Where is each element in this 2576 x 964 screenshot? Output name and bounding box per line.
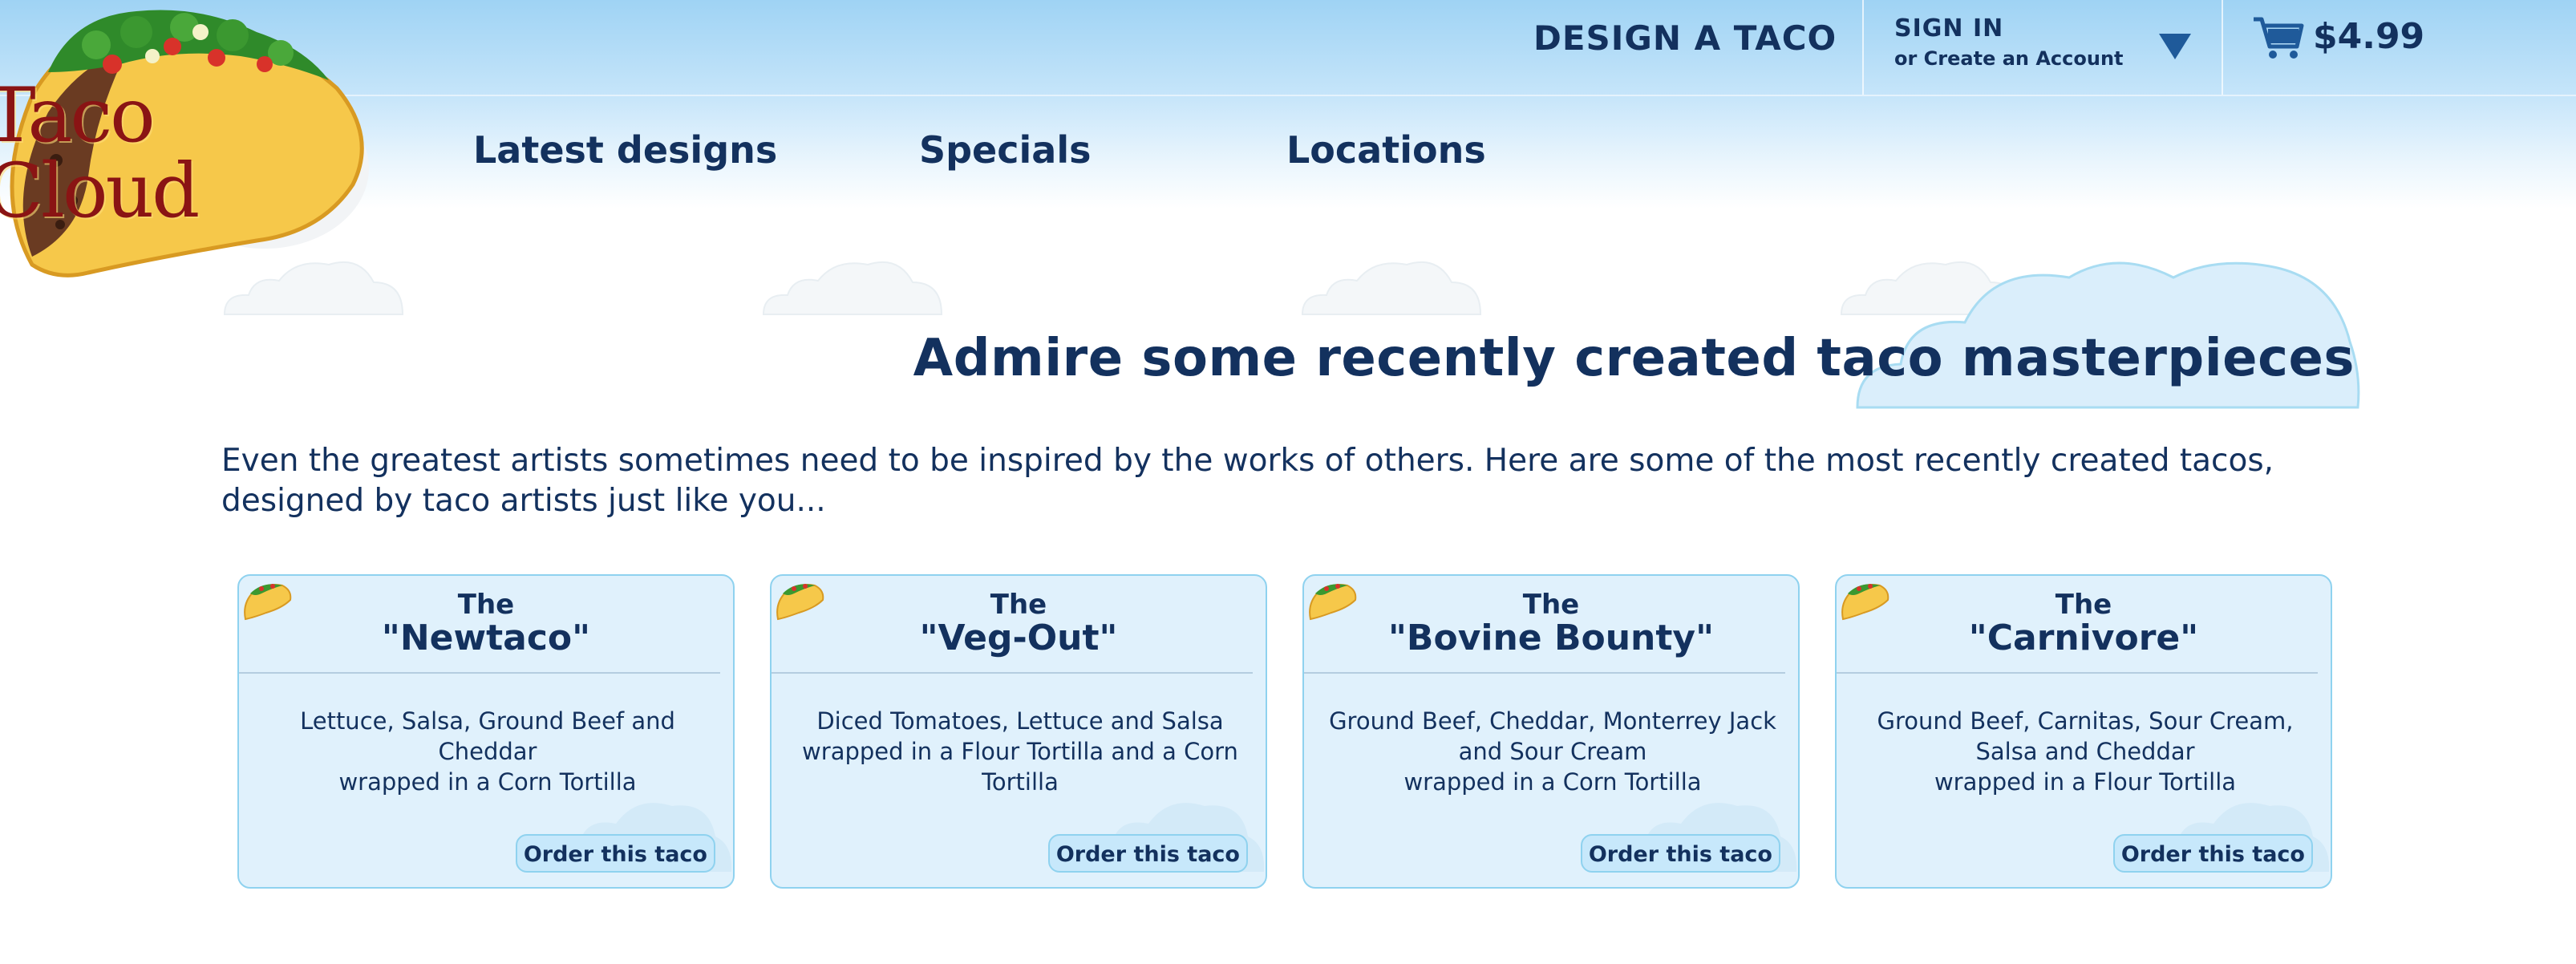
sign-in-link[interactable]: SIGN IN bbox=[1894, 14, 2135, 43]
card-wrap: wrapped in a Flour Tortilla and a Corn T… bbox=[802, 738, 1238, 796]
card-divider bbox=[772, 672, 1253, 674]
shopping-cart-icon[interactable] bbox=[2252, 14, 2305, 63]
background-cloud-icon bbox=[1301, 261, 1482, 315]
header-separator bbox=[2222, 0, 2223, 95]
account-menu[interactable]: SIGN IN or Create an Account bbox=[1894, 14, 2135, 70]
nav-latest-designs[interactable]: Latest designs bbox=[473, 128, 777, 172]
header-separator bbox=[1862, 0, 1864, 95]
cart-total[interactable]: $4.99 bbox=[2313, 14, 2424, 59]
order-taco-button[interactable]: Order this taco bbox=[515, 834, 715, 873]
card-title: "Bovine Bounty" bbox=[1388, 618, 1714, 658]
card-prefix: The bbox=[2055, 589, 2112, 621]
design-a-taco-link[interactable]: DESIGN A TACO bbox=[1533, 16, 1837, 61]
order-taco-button[interactable]: Order this taco bbox=[1580, 834, 1780, 873]
card-prefix: The bbox=[457, 589, 515, 621]
card-wrap: wrapped in a Corn Tortilla bbox=[1403, 768, 1702, 796]
page-title: Admire some recently created taco master… bbox=[913, 329, 2355, 388]
nav-specials[interactable]: Specials bbox=[919, 128, 1091, 172]
card-wrap: wrapped in a Corn Tortilla bbox=[338, 768, 637, 796]
taco-card: The "Bovine Bounty" Ground Beef, Cheddar… bbox=[1302, 574, 1800, 889]
taco-card: The "Carnivore" Ground Beef, Carnitas, S… bbox=[1835, 574, 2332, 889]
order-taco-button[interactable]: Order this taco bbox=[1047, 834, 1248, 873]
card-ingredients: Ground Beef, Cheddar, Monterrey Jack and… bbox=[1329, 707, 1776, 765]
card-ingredients: Diced Tomatoes, Lettuce and Salsa bbox=[816, 707, 1224, 735]
card-title: "Newtaco" bbox=[381, 618, 591, 658]
triangle-down-icon[interactable] bbox=[2157, 32, 2193, 61]
create-account-link[interactable]: or Create an Account bbox=[1894, 47, 2135, 70]
card-description: Ground Beef, Cheddar, Monterrey Jack and… bbox=[1320, 706, 1785, 797]
card-description: Diced Tomatoes, Lettuce and Salsa wrapped… bbox=[788, 706, 1253, 797]
card-description: Lettuce, Salsa, Ground Beef and Cheddar w… bbox=[255, 706, 720, 797]
background-cloud-icon bbox=[762, 261, 943, 315]
card-prefix: The bbox=[1522, 589, 1580, 621]
card-ingredients: Lettuce, Salsa, Ground Beef and Cheddar bbox=[300, 707, 675, 765]
nav-locations[interactable]: Locations bbox=[1286, 128, 1486, 172]
card-wrap: wrapped in a Flour Tortilla bbox=[1934, 768, 2237, 796]
taco-card: The "Newtaco" Lettuce, Salsa, Ground Bee… bbox=[237, 574, 735, 889]
card-description: Ground Beef, Carnitas, Sour Cream, Salsa… bbox=[1853, 706, 2318, 797]
header-divider bbox=[0, 95, 2576, 96]
logo-wordmark: Taco Cloud bbox=[0, 72, 200, 235]
order-taco-button[interactable]: Order this taco bbox=[2112, 834, 2313, 873]
card-divider bbox=[239, 672, 720, 674]
card-title: "Veg-Out" bbox=[919, 618, 1118, 658]
intro-text: Even the greatest artists sometimes need… bbox=[221, 443, 2274, 519]
card-divider bbox=[1304, 672, 1785, 674]
card-ingredients: Ground Beef, Carnitas, Sour Cream, Salsa… bbox=[1877, 707, 2294, 765]
card-divider bbox=[1837, 672, 2318, 674]
card-prefix: The bbox=[990, 589, 1047, 621]
taco-card: The "Veg-Out" Diced Tomatoes, Lettuce an… bbox=[770, 574, 1267, 889]
card-title: "Carnivore" bbox=[1968, 618, 2199, 658]
